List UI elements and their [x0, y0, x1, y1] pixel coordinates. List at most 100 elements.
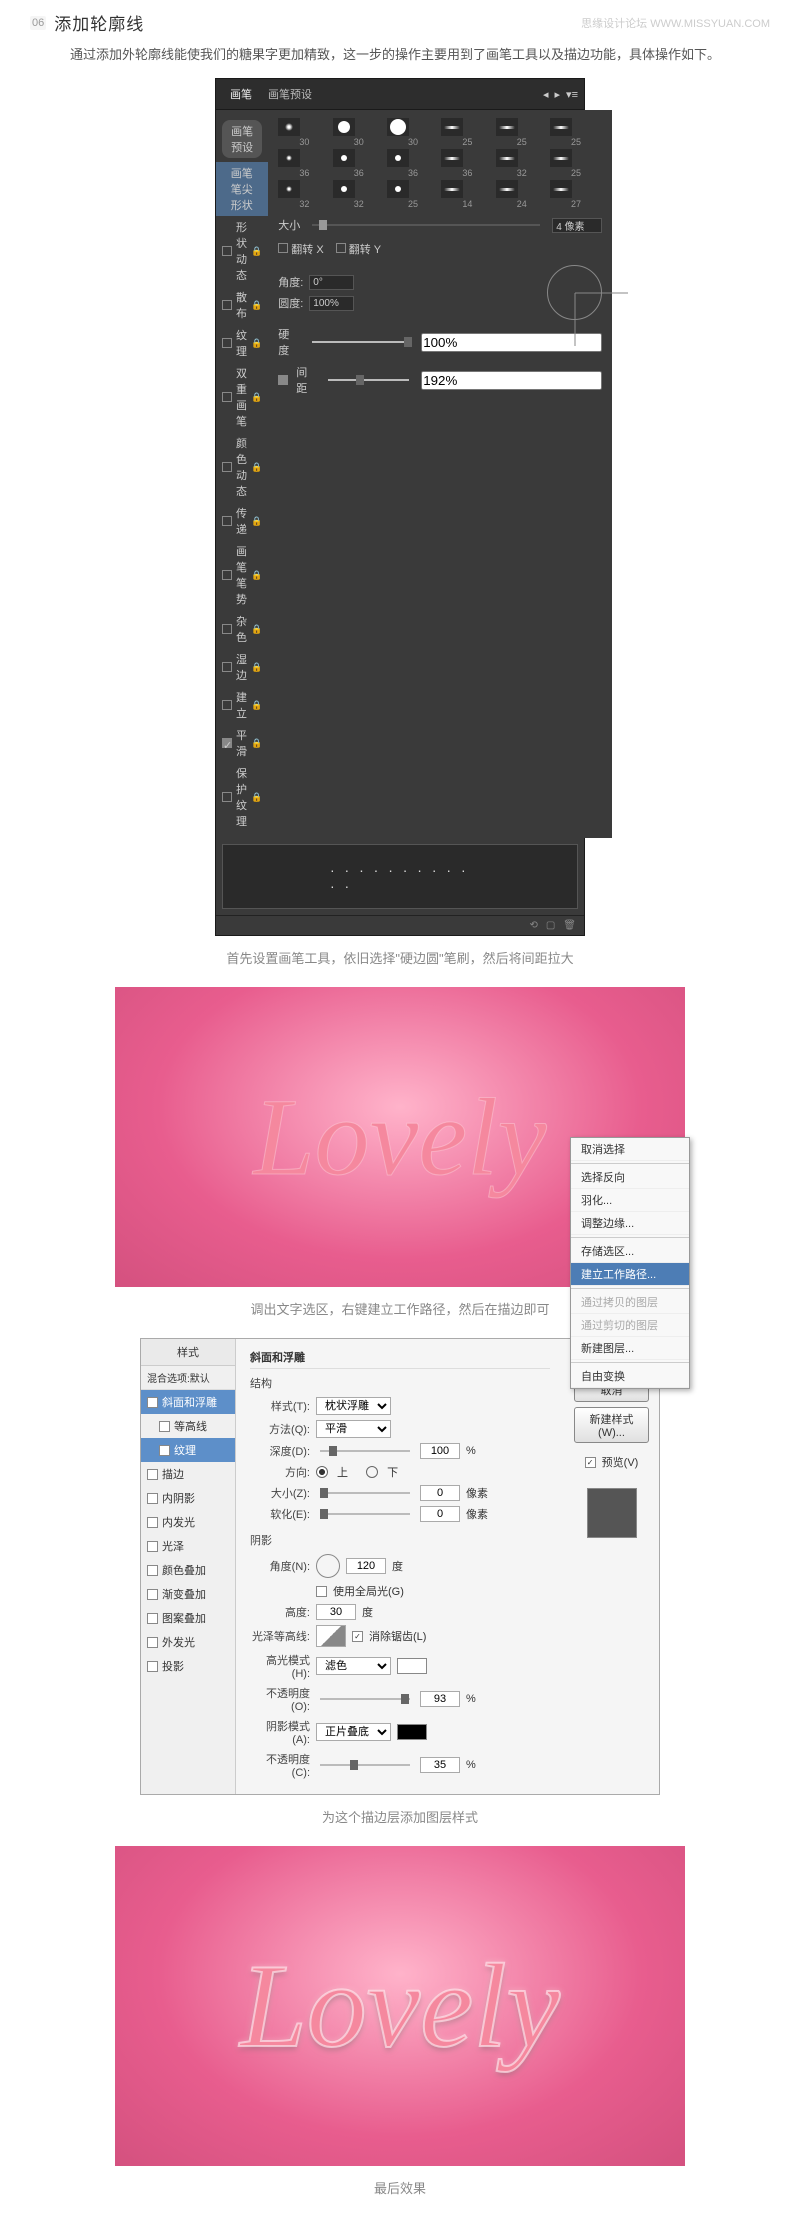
- style-item-投影[interactable]: 投影: [141, 1654, 235, 1678]
- menu-item[interactable]: 选择反向: [571, 1166, 689, 1189]
- checkbox-icon[interactable]: [222, 792, 232, 802]
- checkbox-icon[interactable]: ✓: [147, 1397, 158, 1408]
- style-item-渐变叠加[interactable]: 渐变叠加: [141, 1582, 235, 1606]
- checkbox-icon[interactable]: [147, 1637, 158, 1648]
- brush-option-纹理[interactable]: 纹理🔒: [216, 324, 268, 362]
- style-item-外发光[interactable]: 外发光: [141, 1630, 235, 1654]
- method-select[interactable]: 平滑: [316, 1420, 391, 1438]
- style-item-图案叠加[interactable]: 图案叠加: [141, 1606, 235, 1630]
- brush-swatch[interactable]: 25: [550, 118, 602, 147]
- toggle-icon[interactable]: ⟲: [529, 920, 537, 931]
- menu-item[interactable]: 自由变换: [571, 1365, 689, 1388]
- new-style-button[interactable]: 新建样式(W)...: [574, 1407, 649, 1443]
- style-item-内阴影[interactable]: 内阴影: [141, 1486, 235, 1510]
- menu-item[interactable]: 羽化...: [571, 1189, 689, 1212]
- contour-icon[interactable]: [316, 1625, 346, 1647]
- menu-item[interactable]: 建立工作路径...: [571, 1263, 689, 1286]
- spacing-input[interactable]: [421, 371, 602, 390]
- brush-preset-button[interactable]: 画笔预设: [222, 120, 262, 158]
- style-item-等高线[interactable]: 等高线: [141, 1414, 235, 1438]
- bevel-size-input[interactable]: [420, 1485, 460, 1501]
- brush-option-画笔笔尖形状[interactable]: 画笔笔尖形状: [216, 162, 268, 216]
- antialias-checkbox[interactable]: ✓: [352, 1631, 363, 1642]
- shadow-color-swatch[interactable]: [397, 1724, 427, 1740]
- checkbox-icon[interactable]: [147, 1565, 158, 1576]
- style-item-光泽[interactable]: 光泽: [141, 1534, 235, 1558]
- checkbox-icon[interactable]: [147, 1589, 158, 1600]
- brush-option-保护纹理[interactable]: 保护纹理🔒: [216, 762, 268, 832]
- brush-option-建立[interactable]: 建立🔒: [216, 686, 268, 724]
- brush-swatch[interactable]: 25: [496, 118, 548, 147]
- roundness-input[interactable]: [309, 296, 354, 311]
- brush-swatch[interactable]: 32: [333, 180, 385, 209]
- brush-option-形状动态[interactable]: 形状动态🔒: [216, 216, 268, 286]
- flip-x-checkbox[interactable]: [278, 243, 288, 253]
- checkbox-icon[interactable]: [222, 462, 232, 472]
- blend-options[interactable]: 混合选项:默认: [141, 1366, 235, 1390]
- checkbox-icon[interactable]: [222, 662, 232, 672]
- highlight-opacity-input[interactable]: [420, 1691, 460, 1707]
- menu-item[interactable]: 通过剪切的图层: [571, 1314, 689, 1337]
- brush-swatch[interactable]: 36: [441, 149, 493, 178]
- brush-option-散布[interactable]: 散布🔒: [216, 286, 268, 324]
- checkbox-icon[interactable]: [222, 300, 232, 310]
- brush-option-传递[interactable]: 传递🔒: [216, 502, 268, 540]
- trash-icon[interactable]: 🗑: [563, 920, 576, 931]
- brush-swatch[interactable]: 36: [278, 149, 330, 178]
- style-item-内发光[interactable]: 内发光: [141, 1510, 235, 1534]
- checkbox-icon[interactable]: [222, 570, 232, 580]
- shadow-mode-select[interactable]: 正片叠底: [316, 1723, 391, 1741]
- shadow-opacity-input[interactable]: [420, 1757, 460, 1773]
- checkbox-icon[interactable]: ✓: [222, 738, 232, 748]
- flip-y-checkbox[interactable]: [336, 243, 346, 253]
- checkbox-icon[interactable]: [147, 1517, 158, 1528]
- style-item-斜面和浮雕[interactable]: ✓斜面和浮雕: [141, 1390, 235, 1414]
- dir-up-radio[interactable]: [316, 1466, 331, 1478]
- tab-brush-preset[interactable]: 画笔预设: [260, 83, 320, 105]
- global-light-checkbox[interactable]: [316, 1586, 327, 1597]
- menu-item[interactable]: 新建图层...: [571, 1337, 689, 1360]
- checkbox-icon[interactable]: [159, 1445, 170, 1456]
- altitude-input[interactable]: [316, 1604, 356, 1620]
- brush-swatch[interactable]: 27: [550, 180, 602, 209]
- tab-brush[interactable]: 画笔: [222, 83, 260, 105]
- brush-option-湿边[interactable]: 湿边🔒: [216, 648, 268, 686]
- checkbox-icon[interactable]: [222, 516, 232, 526]
- checkbox-icon[interactable]: [147, 1661, 158, 1672]
- checkbox-icon[interactable]: [147, 1469, 158, 1480]
- highlight-mode-select[interactable]: 滤色: [316, 1657, 391, 1675]
- angle-input[interactable]: [309, 275, 354, 290]
- style-select[interactable]: 枕状浮雕: [316, 1397, 391, 1415]
- brush-swatch[interactable]: 30: [278, 118, 330, 147]
- checkbox-icon[interactable]: [222, 392, 232, 402]
- spacing-checkbox[interactable]: [278, 375, 288, 385]
- brush-swatch[interactable]: 36: [387, 149, 439, 178]
- soften-input[interactable]: [420, 1506, 460, 1522]
- highlight-color-swatch[interactable]: [397, 1658, 427, 1674]
- brush-swatch[interactable]: 36: [333, 149, 385, 178]
- checkbox-icon[interactable]: [147, 1541, 158, 1552]
- brush-swatch[interactable]: 25: [550, 149, 602, 178]
- arrow-right-icon[interactable]: ▸: [555, 88, 561, 101]
- brush-swatch[interactable]: 30: [387, 118, 439, 147]
- brush-swatch[interactable]: 25: [387, 180, 439, 209]
- preview-checkbox[interactable]: ✓: [585, 1457, 596, 1468]
- menu-item[interactable]: 调整边缘...: [571, 1212, 689, 1235]
- brush-swatch[interactable]: 32: [496, 149, 548, 178]
- shade-angle-input[interactable]: [346, 1558, 386, 1574]
- brush-option-杂色[interactable]: 杂色🔒: [216, 610, 268, 648]
- checkbox-icon[interactable]: [222, 338, 232, 348]
- angle-control-icon[interactable]: [547, 265, 602, 320]
- checkbox-icon[interactable]: [159, 1421, 170, 1432]
- brush-swatch[interactable]: 30: [333, 118, 385, 147]
- checkbox-icon[interactable]: [222, 624, 232, 634]
- arrow-left-icon[interactable]: ◂: [543, 88, 549, 101]
- brush-swatch[interactable]: 14: [441, 180, 493, 209]
- brush-swatch[interactable]: 24: [496, 180, 548, 209]
- checkbox-icon[interactable]: [147, 1613, 158, 1624]
- menu-item[interactable]: 取消选择: [571, 1138, 689, 1161]
- brush-option-画笔笔势[interactable]: 画笔笔势🔒: [216, 540, 268, 610]
- panel-menu-icon[interactable]: ▾≡: [566, 88, 578, 101]
- style-item-纹理[interactable]: 纹理: [141, 1438, 235, 1462]
- menu-item[interactable]: 通过拷贝的图层: [571, 1291, 689, 1314]
